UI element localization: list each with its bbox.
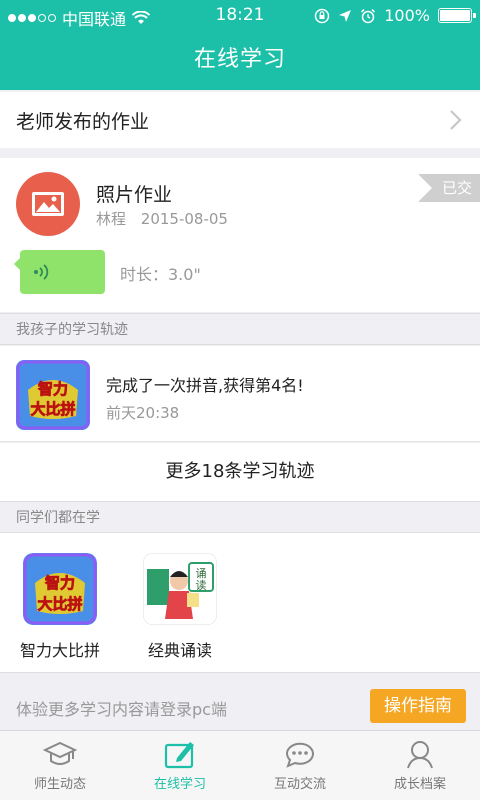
pencil-tablet-icon [164, 742, 194, 769]
submitted-badge: 已交 [418, 174, 480, 202]
svg-text:智力: 智力 [45, 574, 75, 592]
homework-card[interactable]: 照片作业 林程 2015-08-05 已交 时长：3.0" [0, 158, 480, 312]
sound-wave-icon [34, 264, 49, 280]
homework-title: 照片作业 [96, 184, 173, 206]
teacher-homework-label: 老师发布的作业 [16, 110, 150, 133]
tab-label: 师生动态 [33, 777, 86, 792]
status-right: 100% [314, 6, 476, 25]
app-classic-reading[interactable]: 诵 读 经典诵读 [130, 552, 230, 661]
svg-text:读: 读 [196, 578, 207, 592]
voice-duration: 时长：3.0" [120, 265, 201, 284]
status-bar: 中国联通 18:21 100% [0, 0, 480, 30]
app-label: 智力大比拼 [19, 641, 100, 660]
nav-bar: 在线学习 [0, 30, 480, 90]
teacher-homework-row[interactable]: 老师发布的作业 [0, 92, 480, 148]
section-header-classmates: 同学们都在学 [0, 501, 480, 533]
alarm-icon [361, 8, 376, 23]
classic-reading-icon: 诵 读 [142, 552, 218, 626]
tab-label: 互动交流 [273, 777, 326, 792]
classmates-apps: 智力 大比拼 智力大比拼 诵 读 经典诵读 [0, 533, 480, 673]
tab-online-learning[interactable]: 在线学习 [120, 731, 240, 800]
graduation-cap-icon [43, 741, 77, 765]
login-prompt-text: 体验更多学习内容请登录pc端 [16, 700, 227, 719]
login-prompt-bar: 体验更多学习内容请登录pc端 操作指南 [0, 684, 480, 730]
svg-text:大比拼: 大比拼 [30, 400, 75, 418]
chevron-right-icon [450, 110, 462, 130]
voice-message-button[interactable] [14, 250, 105, 294]
homework-meta: 林程 2015-08-05 [96, 208, 228, 229]
orientation-lock-icon [315, 8, 330, 23]
track-item[interactable]: 智力 大比拼 完成了一次拼音,获得第4名! 前天20:38 [0, 346, 480, 442]
location-icon [339, 9, 352, 22]
brain-game-icon: 智力 大比拼 [23, 553, 97, 625]
svg-text:大比拼: 大比拼 [37, 595, 82, 613]
tab-teacher-student[interactable]: 师生动态 [0, 731, 120, 800]
tab-label: 成长档案 [393, 777, 446, 792]
teacher-name: 林程 [96, 210, 127, 228]
tab-label: 在线学习 [153, 777, 206, 792]
guide-button[interactable]: 操作指南 [370, 689, 466, 723]
section-header-track: 我孩子的学习轨迹 [0, 313, 480, 345]
picture-icon [32, 192, 64, 216]
track-time: 前天20:38 [106, 404, 180, 422]
more-track-link[interactable]: 更多18条学习轨迹 [0, 443, 480, 501]
photo-homework-avatar [16, 172, 80, 236]
chat-bubble-icon [285, 742, 314, 768]
app-label: 经典诵读 [147, 641, 212, 660]
brain-game-icon: 智力 大比拼 [16, 360, 90, 430]
app-brain-game[interactable]: 智力 大比拼 智力大比拼 [10, 553, 110, 661]
battery-icon [438, 8, 476, 23]
tab-interaction[interactable]: 互动交流 [240, 731, 360, 800]
tab-bar: 师生动态 在线学习 互动交流 成长档案 [0, 730, 480, 800]
homework-date: 2015-08-05 [140, 210, 228, 228]
tab-growth-record[interactable]: 成长档案 [360, 731, 480, 800]
track-text: 完成了一次拼音,获得第4名! [106, 376, 304, 395]
page-title: 在线学习 [193, 47, 286, 72]
person-icon [407, 741, 433, 769]
battery-percent: 100% [384, 6, 430, 25]
svg-text:智力: 智力 [38, 380, 68, 398]
